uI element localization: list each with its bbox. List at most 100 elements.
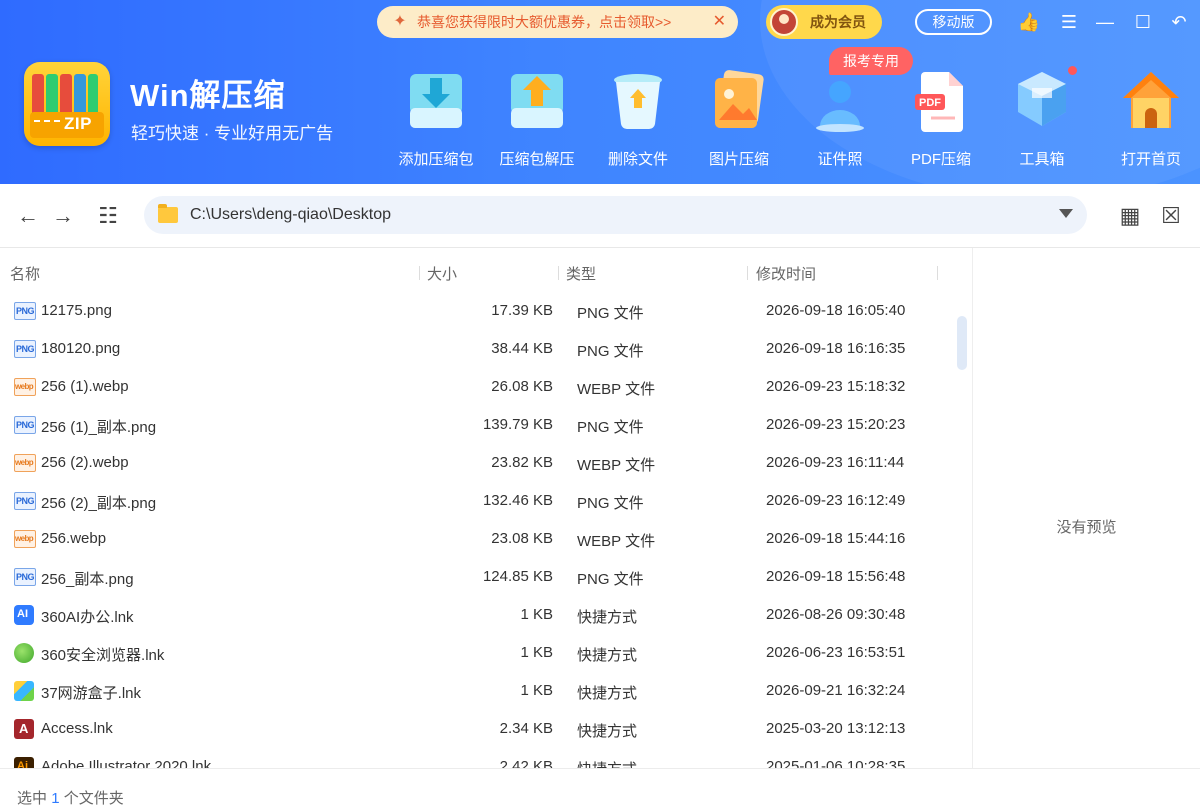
logo-book-green-2 — [88, 74, 98, 116]
logo-book-red — [32, 74, 44, 116]
file-row[interactable]: Adobe Illustrator 2020.lnk 2.42 KB 快捷方式 202… — [0, 748, 960, 768]
status-prefix: 选中 — [17, 790, 48, 807]
app-subtitle: 轻巧快速 · 专业好用无广告 — [131, 124, 334, 143]
file-size: 1 KB — [520, 644, 553, 661]
status-count: 1 — [51, 790, 60, 807]
minimize-icon[interactable]: — — [1092, 9, 1118, 35]
path-bar[interactable] — [144, 196, 1087, 234]
file-size: 2.34 KB — [499, 720, 553, 737]
tool-image-compress[interactable]: 图片压缩 — [694, 68, 784, 169]
file-row[interactable]: Access.lnk 2.34 KB 快捷方式 2025-03-20 13:12:13 — [0, 710, 960, 748]
file-mtime: 2026-09-21 16:32:24 — [766, 682, 906, 699]
file-row[interactable]: 360安全浏览器.lnk 1 KB 快捷方式 2026-06-23 16:53:51 — [0, 634, 960, 672]
ai-file-icon — [14, 605, 34, 625]
file-name: Adobe Illustrator 2020.lnk — [41, 758, 212, 768]
file-size: 26.08 KB — [491, 378, 553, 395]
file-mtime: 2026-09-18 16:16:35 — [766, 340, 906, 357]
tool-extract-archive[interactable]: 压缩包解压 — [492, 68, 582, 169]
preview-pane: 没有预览 — [973, 248, 1200, 768]
file-mtime: 2025-01-06 10:28:35 — [766, 758, 906, 768]
list-view-icon[interactable]: ☷ — [94, 202, 122, 230]
tool-label: 证件照 — [817, 151, 863, 168]
file-list: 名称 大小 类型 修改时间 12175.png 17.39 KB PNG 文件 202… — [0, 248, 972, 768]
scrollbar-thumb[interactable] — [957, 316, 967, 370]
path-input[interactable] — [190, 202, 1050, 228]
logo-zipper-icon — [34, 120, 60, 130]
tool-label: 添加压缩包 — [398, 151, 474, 168]
file-row[interactable]: 256_副本.png 124.85 KB PNG 文件 2026-09-18 15:5… — [0, 558, 960, 596]
file-type: 快捷方式 — [577, 723, 638, 740]
tool-open-home[interactable]: 打开首页 — [1106, 68, 1196, 169]
file-size: 1 KB — [520, 682, 553, 699]
file-row[interactable]: 256 (1)_副本.png 139.79 KB PNG 文件 2026-09-23 … — [0, 406, 960, 444]
column-divider[interactable] — [419, 266, 420, 280]
thumbs-up-icon[interactable]: 👍 — [1016, 9, 1042, 35]
become-member-button[interactable]: 成为会员 — [766, 5, 882, 39]
tool-add-archive[interactable]: 添加压缩包 — [391, 68, 481, 169]
back-arrow-icon[interactable]: ← — [14, 202, 42, 230]
no-preview-text: 没有预览 — [1056, 519, 1117, 536]
tool-label: PDF压缩 — [910, 151, 971, 168]
file-row[interactable]: 12175.png 17.39 KB PNG 文件 2026-09-18 16:05:… — [0, 292, 960, 330]
file-type: 快捷方式 — [577, 685, 638, 702]
file-size: 1 KB — [520, 606, 553, 623]
extract-archive-icon — [505, 68, 569, 134]
37-file-icon — [14, 681, 34, 701]
column-header: 名称 大小 类型 修改时间 — [0, 248, 960, 296]
column-type[interactable]: 类型 — [566, 263, 596, 284]
menu-icon[interactable]: ☰ — [1056, 9, 1082, 35]
file-row[interactable]: 256 (2)_副本.png 132.46 KB PNG 文件 2026-09-23 … — [0, 482, 960, 520]
logo-book-blue — [74, 74, 86, 116]
app-logo: ZIP — [24, 62, 110, 146]
column-size[interactable]: 大小 — [427, 263, 457, 284]
file-mtime: 2026-09-18 15:44:16 — [766, 530, 906, 547]
maximize-icon[interactable]: ☐ — [1130, 9, 1156, 35]
column-divider[interactable] — [747, 266, 748, 280]
file-name: 256 (2).webp — [41, 454, 129, 471]
tool-delete-file[interactable]: 删除文件 — [593, 68, 683, 169]
file-name: 360安全浏览器.lnk — [41, 647, 165, 664]
file-row[interactable]: 256.webp 23.08 KB WEBP 文件 2026-09-18 15:44:… — [0, 520, 960, 558]
column-mtime[interactable]: 修改时间 — [756, 263, 816, 284]
promo-close-icon[interactable]: ✕ — [713, 11, 726, 31]
file-mtime: 2026-09-18 15:56:48 — [766, 568, 906, 585]
party-popper-icon: ✦ — [393, 13, 407, 30]
webp-file-icon — [14, 454, 36, 472]
tool-pdf-compress[interactable]: PDF PDF压缩 — [896, 68, 986, 169]
file-row[interactable]: 360AI办公.lnk 1 KB 快捷方式 2026-08-26 09:30:48 — [0, 596, 960, 634]
column-name[interactable]: 名称 — [10, 263, 40, 284]
file-size: 38.44 KB — [491, 340, 553, 357]
file-size: 139.79 KB — [482, 416, 553, 433]
path-dropdown-icon[interactable] — [1059, 209, 1073, 218]
column-divider[interactable] — [558, 266, 559, 280]
tool-label: 图片压缩 — [708, 151, 769, 168]
grid-view-icon[interactable]: ▦ — [1116, 202, 1144, 230]
tool-toolbox[interactable]: 工具箱 — [997, 68, 1087, 169]
file-row[interactable]: 256 (2).webp 23.82 KB WEBP 文件 2026-09-23 16… — [0, 444, 960, 482]
tool-id-photo[interactable]: 证件照 — [795, 68, 885, 169]
logo-book-red-2 — [60, 74, 72, 116]
file-row[interactable]: 180120.png 38.44 KB PNG 文件 2026-09-18 16:16… — [0, 330, 960, 368]
file-row[interactable]: 256 (1).webp 26.08 KB WEBP 文件 2026-09-23 15… — [0, 368, 960, 406]
promo-text: 恭喜您获得限时大额优惠券，点击领取>> — [417, 14, 672, 30]
exam-badge: 报考专用 — [829, 47, 913, 75]
select-toggle-icon[interactable]: ☒ — [1157, 202, 1185, 230]
column-divider[interactable] — [937, 266, 938, 280]
status-suffix: 个文件夹 — [63, 790, 124, 807]
tool-label: 工具箱 — [1019, 151, 1065, 168]
file-name: 256 (1).webp — [41, 378, 129, 395]
promo-banner[interactable]: ✦ 恭喜您获得限时大额优惠券，点击领取>> ✕ — [377, 6, 738, 38]
file-mtime: 2026-09-23 16:12:49 — [766, 492, 906, 509]
png-file-icon — [14, 416, 36, 434]
logo-text: ZIP — [64, 114, 92, 133]
mobile-version-button[interactable]: 移动版 — [915, 9, 992, 35]
home-icon — [1119, 68, 1183, 134]
file-rows: 12175.png 17.39 KB PNG 文件 2026-09-18 16:05:… — [0, 292, 960, 768]
file-type: 快捷方式 — [577, 609, 638, 626]
file-row[interactable]: 37网游盒子.lnk 1 KB 快捷方式 2026-09-21 16:32:24 — [0, 672, 960, 710]
forward-arrow-icon[interactable]: → — [49, 202, 77, 230]
ai2-file-icon — [14, 757, 34, 768]
file-name: 256_副本.png — [41, 571, 134, 588]
restore-back-icon[interactable]: ↶ — [1166, 9, 1192, 35]
file-size: 17.39 KB — [491, 302, 553, 319]
